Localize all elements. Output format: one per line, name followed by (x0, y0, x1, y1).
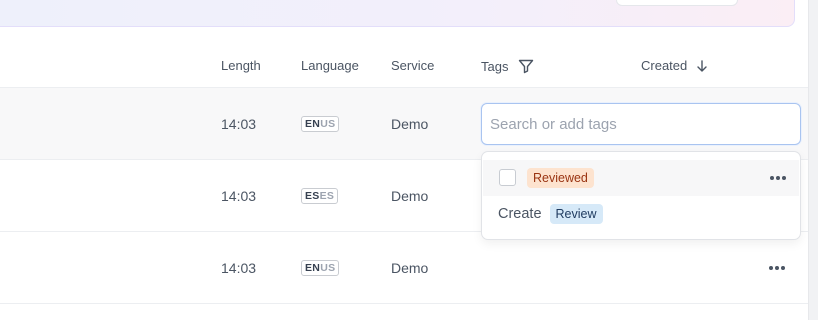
language-badge: ES ES (301, 188, 339, 204)
service-cell: Demo (391, 188, 429, 204)
language-badge: EN US (301, 260, 340, 276)
length-cell: 14:03 (221, 116, 257, 132)
table-row[interactable] (0, 304, 808, 320)
region-code: US (320, 262, 336, 274)
service-cell: Demo (391, 260, 429, 276)
column-header-language-label: Language (301, 58, 359, 73)
column-header-language[interactable]: Language (301, 58, 359, 73)
column-header-created[interactable]: Created (641, 58, 709, 73)
create-tag-label: Create (498, 206, 542, 222)
tag-search-input[interactable] (481, 103, 801, 145)
column-header-length[interactable]: Length (221, 58, 261, 73)
tag-option-reviewed[interactable]: Reviewed (483, 160, 799, 196)
region-code: ES (319, 190, 335, 202)
column-header-service-label: Service (391, 58, 435, 73)
column-header-tags-label: Tags (481, 58, 509, 74)
column-header-created-label: Created (641, 58, 688, 73)
language-code: EN (305, 262, 321, 274)
length-cell: 14:03 (221, 260, 257, 276)
new-tag-pill: Review (549, 204, 603, 224)
filter-icon[interactable] (518, 58, 534, 74)
table-header: Length Language Service Tags Created (0, 44, 808, 88)
top-banner (0, 0, 795, 27)
tag-more-icon[interactable] (768, 171, 788, 185)
column-header-length-label: Length (221, 58, 261, 73)
service-cell: Demo (391, 116, 429, 132)
length-cell: 14:03 (221, 188, 257, 204)
tag-dropdown: Reviewed Create Review (481, 151, 801, 240)
language-code: ES (305, 190, 320, 202)
language-badge: EN US (301, 116, 340, 132)
create-tag-option[interactable]: Create Review (498, 204, 603, 224)
region-code: US (320, 118, 336, 130)
banner-button[interactable] (616, 0, 738, 6)
table-row[interactable]: 14:03 EN US Demo (0, 232, 808, 304)
language-code: EN (305, 118, 321, 130)
row-more-icon[interactable] (767, 261, 787, 275)
scrollbar[interactable] (808, 0, 818, 320)
tag-pill-reviewed: Reviewed (527, 168, 594, 188)
column-header-service[interactable]: Service (391, 58, 434, 73)
arrow-down-icon[interactable] (695, 59, 709, 73)
column-header-tags[interactable]: Tags (481, 58, 534, 74)
tag-checkbox[interactable] (499, 169, 516, 186)
